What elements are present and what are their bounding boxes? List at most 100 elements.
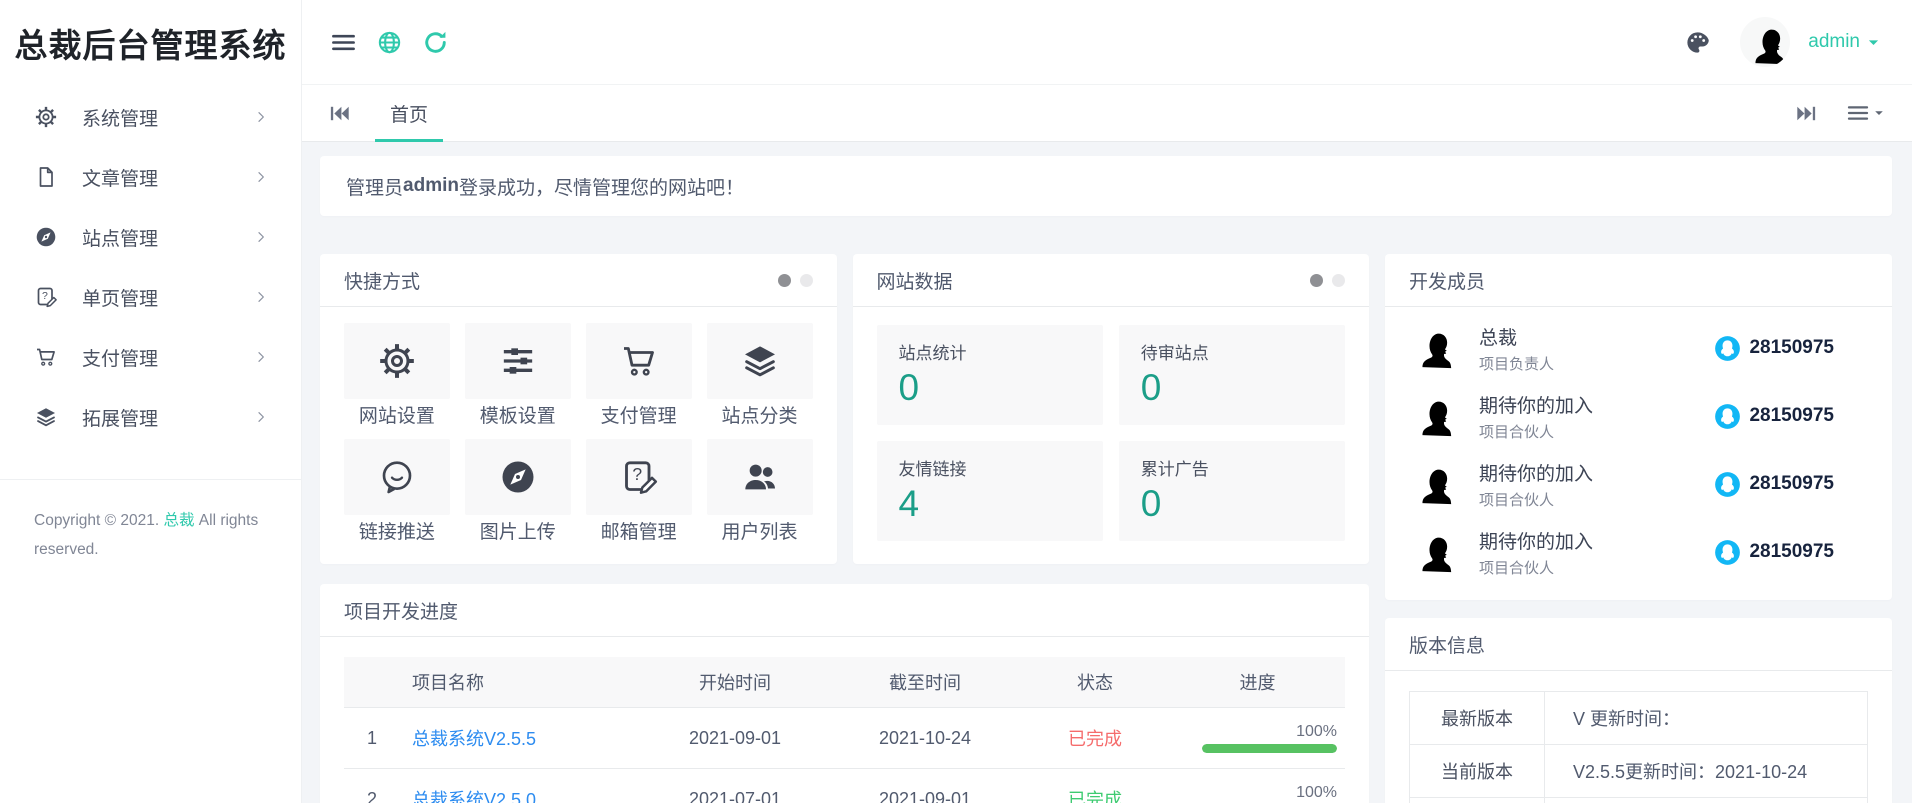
shortcut-label: 模板设置 xyxy=(465,405,571,429)
stat-label: 待审站点 xyxy=(1141,339,1323,364)
sidebar-item-site[interactable]: 站点管理 xyxy=(0,207,301,267)
carousel-dot-active[interactable] xyxy=(1310,274,1323,287)
shortcuts-card-header: 快捷方式 xyxy=(320,254,837,307)
end-date-cell: 2021-09-01 xyxy=(830,769,1020,803)
member-avatar xyxy=(1409,393,1455,439)
row-index: 1 xyxy=(344,708,400,769)
table-header: 进度 xyxy=(1170,657,1345,708)
chevron-right-icon xyxy=(253,289,269,305)
card-title: 版本信息 xyxy=(1409,631,1485,658)
site-data-card-header: 网站数据 xyxy=(853,254,1370,307)
sidebar-item-payment[interactable]: 支付管理 xyxy=(0,327,301,387)
shortcut-label: 网站设置 xyxy=(344,405,450,429)
shortcut-payment[interactable]: 支付管理 xyxy=(586,323,692,429)
members-card: 开发成员 总裁 项目负责人 28150975 xyxy=(1385,254,1892,600)
member-role: 项目负责人 xyxy=(1479,353,1554,374)
copyright-brand-link[interactable]: 总裁 xyxy=(163,512,194,529)
progress-cell: 100% xyxy=(1170,769,1345,803)
carousel-dot-active[interactable] xyxy=(778,274,791,287)
version-body: 最新版本 V 更新时间： 当前版本 V2.5.5更新时间：2021-10-24 xyxy=(1385,671,1892,803)
page-edit-icon xyxy=(586,439,692,515)
shortcut-template-settings[interactable]: 模板设置 xyxy=(465,323,571,429)
stat-friend-links: 友情链接 4 xyxy=(877,441,1103,541)
shortcut-label: 用户列表 xyxy=(707,521,813,545)
member-avatar xyxy=(1409,461,1455,507)
compass-icon xyxy=(465,439,571,515)
shortcut-label: 图片上传 xyxy=(465,521,571,545)
refresh-button[interactable] xyxy=(412,19,458,65)
card-title: 快捷方式 xyxy=(344,267,420,294)
member-list: 总裁 项目负责人 28150975 期待你的加入 项目合伙人 xyxy=(1385,307,1892,593)
language-button[interactable] xyxy=(366,19,412,65)
member-info: 总裁 项目负责人 xyxy=(1479,323,1554,374)
chat-icon xyxy=(344,439,450,515)
sidebar-item-system[interactable]: 系统管理 xyxy=(0,87,301,147)
member-role: 项目合伙人 xyxy=(1479,421,1593,442)
user-menu[interactable]: admin xyxy=(1808,31,1882,53)
table-row: 2 总裁系统V2.5.0 2021-07-01 2021-09-01 已完成 1… xyxy=(344,769,1345,803)
layers-icon xyxy=(707,323,813,399)
tab-options-button[interactable] xyxy=(1846,101,1886,125)
refresh-icon xyxy=(422,29,449,56)
row-index: 2 xyxy=(344,769,400,803)
member-qq[interactable]: 28150975 xyxy=(1714,335,1834,362)
avatar[interactable] xyxy=(1740,17,1790,67)
member-qq[interactable]: 28150975 xyxy=(1714,539,1834,566)
version-label xyxy=(1410,798,1545,803)
chevron-right-icon xyxy=(253,169,269,185)
collapse-menu-button[interactable] xyxy=(320,19,366,65)
member-qq[interactable]: 28150975 xyxy=(1714,471,1834,498)
theme-button[interactable] xyxy=(1674,19,1720,65)
tabbar-right xyxy=(1795,101,1886,125)
carousel-dot[interactable] xyxy=(800,274,813,287)
version-value: V 更新时间： xyxy=(1545,692,1868,745)
topbar: admin xyxy=(302,0,1912,85)
member-role: 项目合伙人 xyxy=(1479,489,1593,510)
project-link[interactable]: 总裁系统V2.5.0 xyxy=(412,790,536,803)
progress-bar-fill xyxy=(1202,744,1337,753)
layers-icon xyxy=(34,405,58,429)
sidebar-item-label: 单页管理 xyxy=(82,284,253,311)
member-info: 期待你的加入 项目合伙人 xyxy=(1479,459,1593,510)
shortcut-site-settings[interactable]: 网站设置 xyxy=(344,323,450,429)
member-name: 总裁 xyxy=(1479,323,1554,350)
carousel-dot[interactable] xyxy=(1332,274,1345,287)
list-item: 期待你的加入 项目合伙人 28150975 xyxy=(1409,518,1868,586)
stat-site-count: 站点统计 0 xyxy=(877,325,1103,425)
copyright-text: Copyright © 2021. xyxy=(34,512,163,529)
stat-pending-sites: 待审站点 0 xyxy=(1119,325,1345,425)
shortcut-user-list[interactable]: 用户列表 xyxy=(707,439,813,545)
shortcut-link-push[interactable]: 链接推送 xyxy=(344,439,450,545)
site-data-grid: 站点统计 0 待审站点 0 友情链接 4 累计广告 xyxy=(853,307,1370,559)
shortcut-mailbox[interactable]: 邮箱管理 xyxy=(586,439,692,545)
sliders-icon xyxy=(465,323,571,399)
shortcut-site-category[interactable]: 站点分类 xyxy=(707,323,813,429)
project-link[interactable]: 总裁系统V2.5.5 xyxy=(412,729,536,749)
chevron-right-icon xyxy=(253,109,269,125)
sidebar-item-label: 拓展管理 xyxy=(82,404,253,431)
cart-icon xyxy=(34,345,58,369)
shortcut-image-upload[interactable]: 图片上传 xyxy=(465,439,571,545)
table-row: 最新版本 V 更新时间： xyxy=(1410,692,1868,745)
qq-icon xyxy=(1714,403,1741,430)
tab-scroll-right-button[interactable] xyxy=(1795,102,1818,125)
qq-number: 28150975 xyxy=(1749,541,1834,563)
app-logo: 总裁后台管理系统 xyxy=(0,0,301,85)
stat-label: 站点统计 xyxy=(899,339,1081,364)
sidebar-item-article[interactable]: 文章管理 xyxy=(0,147,301,207)
table-header: 开始时间 xyxy=(640,657,830,708)
member-name: 期待你的加入 xyxy=(1479,527,1593,554)
end-date-cell: 2021-10-24 xyxy=(830,708,1020,769)
project-progress-card: 项目开发进度 项目名称 开始时间 截至时间 状态 进度 xyxy=(320,584,1369,803)
member-qq[interactable]: 28150975 xyxy=(1714,403,1834,430)
sidebar-item-page[interactable]: 单页管理 xyxy=(0,267,301,327)
sidebar-item-extension[interactable]: 拓展管理 xyxy=(0,387,301,447)
table-row: 1 总裁系统V2.5.5 2021-09-01 2021-10-24 已完成 1… xyxy=(344,708,1345,769)
list-item: 期待你的加入 项目合伙人 28150975 xyxy=(1409,450,1868,518)
stat-label: 累计广告 xyxy=(1141,455,1323,480)
gear-icon xyxy=(34,105,58,129)
status-cell: 已完成 xyxy=(1020,769,1170,803)
tab-home[interactable]: 首页 xyxy=(375,85,443,142)
tab-scroll-left-button[interactable] xyxy=(328,102,351,125)
qq-number: 28150975 xyxy=(1749,405,1834,427)
